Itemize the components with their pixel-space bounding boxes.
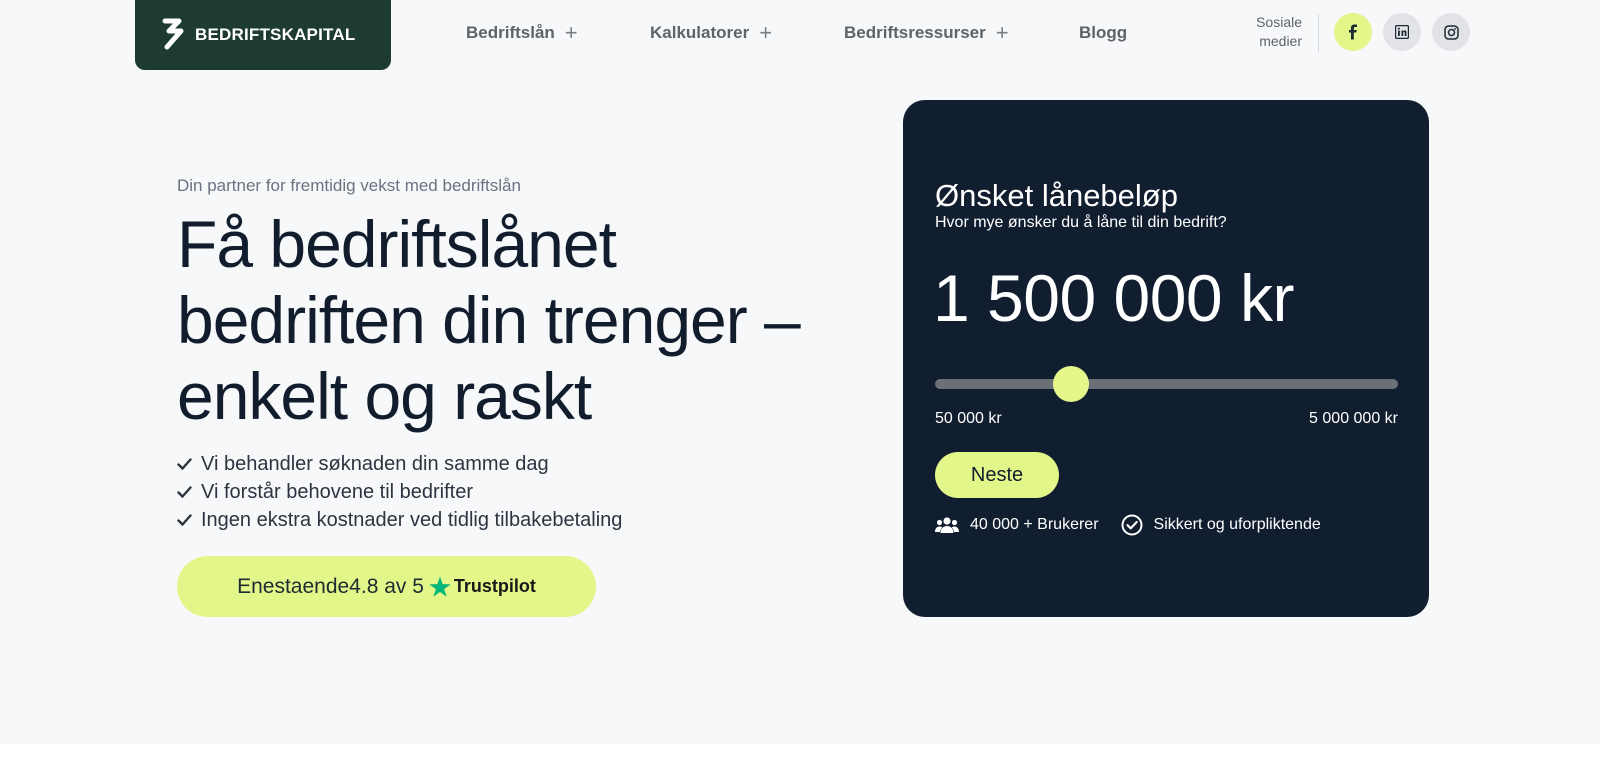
trustpilot-name: Trustpilot bbox=[453, 576, 536, 596]
check-icon bbox=[177, 514, 192, 526]
facebook-icon bbox=[1349, 24, 1357, 40]
trustpilot-badge[interactable]: Enestaende4.8 av 5 Trustpilot bbox=[177, 556, 596, 617]
range-min-label: 50 000 kr bbox=[935, 410, 1002, 427]
check-icon bbox=[177, 486, 192, 498]
benefit-item: Vi forstår behovene til bedrifter bbox=[177, 478, 622, 506]
stat-secure: Sikkert og uforpliktende bbox=[1121, 514, 1321, 536]
benefit-item: Ingen ekstra kostnader ved tidlig tilbak… bbox=[177, 506, 622, 534]
social-label: Sosiale medier bbox=[1236, 13, 1302, 51]
card-title: Ønsket lånebeløp bbox=[935, 178, 1178, 213]
plus-icon: + bbox=[759, 20, 773, 45]
plus-icon: + bbox=[564, 20, 578, 45]
users-icon bbox=[935, 517, 959, 533]
loan-calculator-card: Ønsket lånebeløp Hvor mye ønsker du å lå… bbox=[903, 100, 1429, 617]
card-subtitle: Hvor mye ønsker du å låne til din bedrif… bbox=[935, 214, 1227, 231]
linkedin-icon bbox=[1395, 25, 1409, 39]
benefit-list: Vi behandler søknaden din samme dag Vi f… bbox=[177, 450, 622, 534]
stat-users: 40 000 + Brukerer bbox=[935, 516, 1099, 534]
instagram-icon bbox=[1443, 24, 1459, 40]
hero-headline: Få bedriftslånet bedriften din trenger –… bbox=[177, 207, 801, 433]
facebook-button[interactable] bbox=[1334, 13, 1372, 51]
brand-name: BEDRIFTSKAPITAL bbox=[195, 25, 356, 44]
slider-thumb[interactable] bbox=[1052, 366, 1089, 402]
hero-tagline: Din partner for fremtidig vekst med bedr… bbox=[177, 176, 521, 195]
linkedin-button[interactable] bbox=[1383, 13, 1421, 51]
next-button[interactable]: Neste bbox=[935, 452, 1059, 498]
benefit-item: Vi behandler søknaden din samme dag bbox=[177, 450, 622, 478]
benefit-text: Vi behandler søknaden din samme dag bbox=[201, 452, 549, 475]
divider bbox=[1318, 14, 1319, 52]
loan-amount-slider[interactable] bbox=[935, 366, 1398, 402]
social-label-line: Sosiale bbox=[1256, 14, 1302, 30]
trust-rating: Enestaende4.8 av 5 bbox=[237, 574, 424, 598]
nav-item-blogg[interactable]: Blogg bbox=[1079, 23, 1127, 43]
nav-item-bedriftsressurser[interactable]: Bedriftsressurser + bbox=[844, 22, 1009, 44]
benefit-text: Vi forstår behovene til bedrifter bbox=[201, 480, 474, 503]
nav-item-label: Kalkulatorer bbox=[650, 23, 750, 42]
nav-item-label: Bedriftsressurser bbox=[844, 23, 986, 42]
stat-label: 40 000 + Brukerer bbox=[970, 516, 1099, 533]
check-icon bbox=[177, 458, 192, 470]
star-icon bbox=[429, 576, 451, 597]
instagram-button[interactable] bbox=[1432, 13, 1470, 51]
logo-mark-icon bbox=[162, 18, 184, 50]
trustpilot-logo: Trustpilot bbox=[428, 575, 536, 599]
social-label-line: medier bbox=[1259, 33, 1302, 49]
range-max-label: 5 000 000 kr bbox=[1309, 410, 1398, 427]
brand-logo[interactable]: BEDRIFTSKAPITAL bbox=[135, 0, 391, 70]
loan-amount-display: 1 500 000 kr bbox=[933, 261, 1294, 335]
nav-item-bedriftslan[interactable]: Bedriftslån + bbox=[466, 22, 578, 44]
nav-item-label: Blogg bbox=[1079, 23, 1128, 42]
benefit-text: Ingen ekstra kostnader ved tidlig tilbak… bbox=[201, 508, 623, 531]
plus-icon: + bbox=[995, 20, 1009, 45]
nav-item-label: Bedriftslån bbox=[466, 23, 555, 42]
nav-item-kalkulatorer[interactable]: Kalkulatorer + bbox=[650, 22, 772, 44]
trust-stats: 40 000 + Brukerer Sikkert og uforplikten… bbox=[935, 514, 1321, 536]
stat-label: Sikkert og uforpliktende bbox=[1153, 516, 1321, 533]
check-circle-icon bbox=[1121, 514, 1143, 536]
